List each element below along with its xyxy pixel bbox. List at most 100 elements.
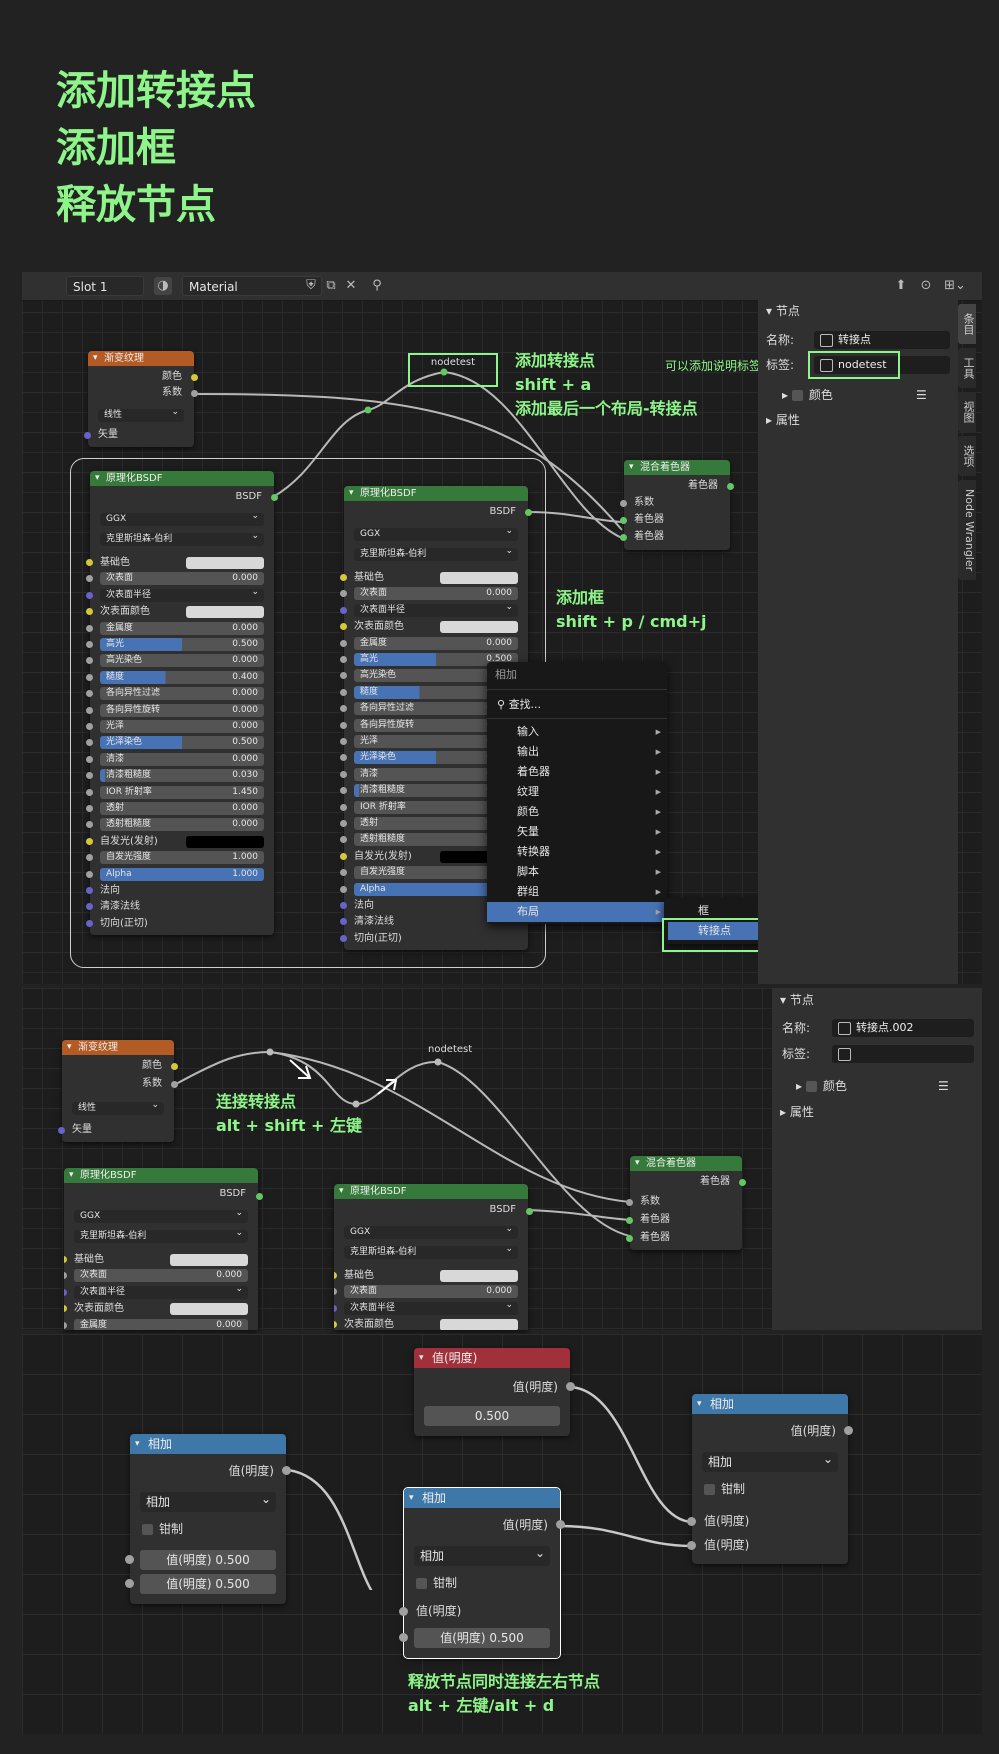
color-output-socket[interactable] [171,1063,178,1070]
principled-bsdf-node[interactable]: 原理化BSDF BSDF GGX 克里斯坦森-伯利 基础色次表面0.000次表面… [334,1184,528,1330]
checkbox[interactable] [805,1081,817,1092]
value-field[interactable]: 0.500 [424,1406,560,1426]
operation-dropdown[interactable]: 相加 [414,1543,550,1566]
sidebar-2: ▾ 节点 名称: 转接点.002 标签: ▸ 颜色 ☰ ▸ 属性 [772,988,982,1330]
subsurface-method-dropdown[interactable]: 克里斯坦森-伯利 [344,1243,518,1259]
socket-label: 颜色 [142,1060,162,1071]
bsdf-output-socket[interactable] [526,1208,533,1215]
input-label: 次表面 [350,1286,378,1297]
vector-input-socket[interactable] [58,1127,65,1134]
reroute-label: nodetest [428,1044,473,1055]
math-add-node[interactable]: 相加 值(明度) 相加 钳制 值(明度) 值(明度) [687,1394,853,1564]
input-label: 次表面 [80,1270,108,1281]
value-input-socket[interactable] [125,1555,134,1564]
input-label: 金属度 [80,1319,108,1330]
checkbox[interactable] [704,1484,715,1495]
input-field[interactable]: 金属度 0.000 [74,1318,248,1330]
socket-label: 系数 [142,1078,162,1089]
clamp-label: 钳制 [721,1482,746,1496]
node-header[interactable]: 相加 [404,1488,560,1508]
node-header[interactable]: 原理化BSDF [334,1184,528,1199]
math-add-node-selected[interactable]: 相加 值(明度) 相加 钳制 值(明度) 值(明度) 0.500 [399,1487,565,1659]
subsurface-method-dropdown[interactable]: 克里斯坦森-伯利 [74,1227,248,1243]
checkbox[interactable] [142,1524,153,1535]
section-node[interactable]: ▾ 节点 [780,990,814,1010]
input-value: 0.500 [215,1553,250,1567]
color-swatch[interactable] [440,1319,518,1330]
checkbox[interactable] [416,1578,427,1589]
value-output-socket[interactable] [282,1466,291,1475]
color-swatch[interactable] [440,1270,518,1282]
socket-label: 着色器 [640,1232,670,1243]
input-socket[interactable] [334,1288,337,1296]
node-header[interactable]: 相加 [130,1434,286,1454]
color-swatch[interactable] [170,1303,248,1316]
node-header[interactable]: 原理化BSDF [64,1168,258,1183]
math-add-node[interactable]: 相加 值(明度) 相加 钳制 值(明度) 0.500 值(明度) 0.500 [125,1434,291,1604]
socket-label: BSDF [219,1188,246,1199]
node-header[interactable]: 相加 [692,1394,848,1414]
value-input-socket[interactable] [687,1541,696,1550]
value-input-socket[interactable] [399,1607,408,1616]
clamp-toggle[interactable]: 钳制 [404,1572,560,1594]
mix-shader-node[interactable]: 混合着色器 着色器 系数 着色器 着色器 [626,1156,746,1250]
socket-label: 值(明度) [502,1518,548,1532]
input-socket[interactable] [64,1321,67,1329]
input-dropdown[interactable]: 次表面半径 [344,1299,518,1315]
gradient-type-dropdown[interactable]: 线性 [72,1099,164,1115]
distribution-dropdown[interactable]: GGX [74,1207,248,1223]
input-dropdown[interactable]: 次表面半径 [74,1283,248,1299]
distribution-dropdown[interactable]: GGX [344,1223,518,1239]
socket-label: 着色器 [700,1176,730,1187]
input-field[interactable]: 次表面 0.000 [344,1285,518,1299]
fac-output-socket[interactable] [171,1081,178,1088]
node-header[interactable]: 渐变纹理 [62,1040,174,1055]
value-input-socket[interactable] [125,1579,134,1588]
value-input-field[interactable]: 值(明度) 0.500 [414,1628,550,1648]
name-field[interactable]: 转接点.002 [832,1019,974,1037]
gradient-texture-node[interactable]: 渐变纹理 颜色 系数 线性 矢量 [58,1040,178,1142]
input-value: 0.000 [216,1270,242,1281]
color-swatch[interactable] [170,1254,248,1266]
node-header[interactable]: 值(明度) [414,1348,570,1368]
annot-release-key: alt + 左键/alt + d [408,1696,555,1715]
bsdf-output-socket[interactable] [256,1193,263,1200]
input-value: 0.000 [486,1286,512,1297]
input-value: 0.000 [216,1319,242,1330]
input-field[interactable]: 次表面 0.000 [74,1269,248,1283]
value-input-socket[interactable] [399,1633,408,1642]
value-node[interactable]: 值(明度) 值(明度) 0.500 [414,1348,575,1436]
operation-dropdown[interactable]: 相加 [140,1489,276,1512]
input-socket[interactable] [64,1272,67,1280]
input-socket[interactable] [334,1304,337,1312]
color-toggle[interactable]: ▸ 颜色 [796,1076,847,1096]
shader-output-socket[interactable] [739,1179,746,1186]
clamp-toggle[interactable]: 钳制 [692,1478,848,1500]
socket-label: 着色器 [640,1214,670,1225]
name-label: 名称: [782,1021,811,1035]
operation-dropdown[interactable]: 相加 [702,1449,838,1472]
shader-input-socket[interactable] [626,1217,633,1224]
value-output-socket[interactable] [566,1382,575,1391]
value-input-field[interactable]: 值(明度) 0.500 [140,1550,276,1570]
socket-label: BSDF [489,1204,516,1215]
section-properties[interactable]: ▸ 属性 [780,1102,814,1122]
label-field[interactable] [832,1045,974,1063]
value-output-socket[interactable] [844,1426,853,1435]
clamp-toggle[interactable]: 钳制 [130,1518,286,1540]
fac-input-socket[interactable] [626,1199,633,1206]
section-node-label: 节点 [789,993,814,1007]
node-header[interactable]: 混合着色器 [630,1156,742,1171]
value-input-socket[interactable] [687,1517,696,1526]
value-output-socket[interactable] [556,1520,565,1529]
principled-bsdf-node[interactable]: 原理化BSDF BSDF GGX 克里斯坦森-伯利 基础色次表面0.000次表面… [64,1168,258,1330]
socket-label: 值(明度) [790,1424,836,1438]
chevron-down-icon: ▾ [780,993,790,1007]
list-icon[interactable]: ☰ [938,1076,949,1096]
clamp-label: 钳制 [433,1576,458,1590]
shader-input-socket[interactable] [626,1235,633,1242]
input-label: 值(明度) [166,1577,212,1591]
input-socket[interactable] [64,1288,67,1296]
input-label: 值(明度) [440,1631,486,1645]
value-input-field[interactable]: 值(明度) 0.500 [140,1574,276,1594]
